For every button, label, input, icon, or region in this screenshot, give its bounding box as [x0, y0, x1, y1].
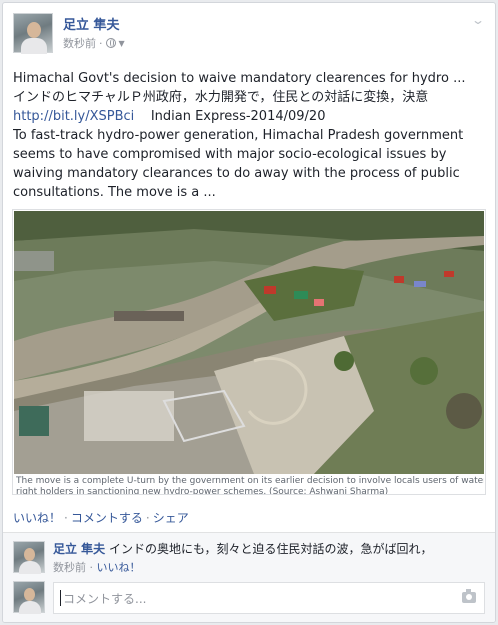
photo-caption-line: right holders in sanctioning new hydro-p…: [16, 487, 389, 495]
shared-photo[interactable]: The move is a complete U-turn by the gov…: [12, 209, 486, 495]
commenter-avatar[interactable]: [13, 541, 45, 574]
post-source: Indian Express-2014/09/20: [150, 109, 326, 124]
audience-caret-icon[interactable]: ▼: [119, 39, 125, 48]
author-name[interactable]: 足立 隼夫: [63, 14, 120, 33]
photo-caption-line: The move is a complete U-turn by the gov…: [16, 476, 484, 486]
viewer-avatar: [13, 581, 45, 614]
action-separator: ·: [64, 511, 68, 525]
reply-box: コメントする...: [13, 581, 488, 615]
text-cursor: [60, 590, 61, 606]
camera-icon[interactable]: [462, 589, 476, 603]
comment-meta: 数秒前 · いいね！: [53, 559, 141, 575]
post-time[interactable]: 数秒前: [63, 35, 96, 51]
post-actions: いいね！ · コメントする · シェア: [13, 509, 189, 526]
meta-separator: ·: [99, 36, 103, 50]
comment-author[interactable]: 足立 隼夫: [53, 542, 105, 556]
comment-item: 足立 隼夫 インドの奥地にも，刻々と迫る住民対話の波，急がば回れ， 数秒前 · …: [13, 541, 488, 577]
action-separator: ·: [145, 511, 150, 525]
comments-section: 足立 隼夫 インドの奥地にも，刻々と迫る住民対話の波，急がば回れ， 数秒前 · …: [3, 532, 495, 622]
globe-icon[interactable]: [105, 38, 116, 48]
comment-like-link[interactable]: いいね！: [97, 561, 141, 574]
post-body-line: To fast-track hydro-power generation, Hi…: [13, 128, 464, 143]
share-link[interactable]: シェア: [153, 511, 189, 525]
comment-link[interactable]: コメントする: [71, 511, 143, 525]
post-meta: 数秒前 · ▼: [63, 35, 125, 51]
like-link[interactable]: いいね！: [13, 511, 61, 525]
post-text-line: インドのヒマチャルＰ州政府，水力開発で，住民との対話に変換，決意: [13, 90, 429, 105]
post-body-line: consultations. The move is a ...: [13, 185, 216, 200]
post-card: 足立 隼夫 数秒前 · ▼ ⌄ Himachal Govt's decision…: [2, 2, 496, 623]
comment-input-placeholder: コメントする...: [63, 591, 147, 606]
post-header: 足立 隼夫 数秒前 · ▼ ⌄: [13, 13, 485, 55]
chevron-down-icon[interactable]: ⌄: [471, 13, 485, 27]
photo-caption: The move is a complete U-turn by the gov…: [16, 476, 484, 495]
post-text-line: Himachal Govt's decision to waive mandat…: [13, 71, 466, 86]
post-text: Himachal Govt's decision to waive mandat…: [13, 69, 488, 202]
post-link[interactable]: http://bit.ly/XSPBci: [13, 109, 134, 124]
author-avatar[interactable]: [13, 13, 53, 54]
comment-text: インドの奥地にも，刻々と迫る住民対話の波，急がば回れ，: [109, 542, 433, 556]
comment-time[interactable]: 数秒前: [53, 561, 86, 574]
hydro-project-photo[interactable]: [14, 211, 484, 474]
comment-body: 足立 隼夫 インドの奥地にも，刻々と迫る住民対話の波，急がば回れ，: [53, 541, 433, 558]
post-body-line: seems to have compromised with major soc…: [13, 147, 447, 162]
post-link-line: http://bit.ly/XSPBci Indian Express-2014…: [13, 107, 488, 126]
comment-meta-separator: ·: [89, 561, 94, 574]
post-body-line: waiving mandatory clearances to do away …: [13, 166, 460, 181]
comment-input[interactable]: コメントする...: [53, 582, 485, 614]
